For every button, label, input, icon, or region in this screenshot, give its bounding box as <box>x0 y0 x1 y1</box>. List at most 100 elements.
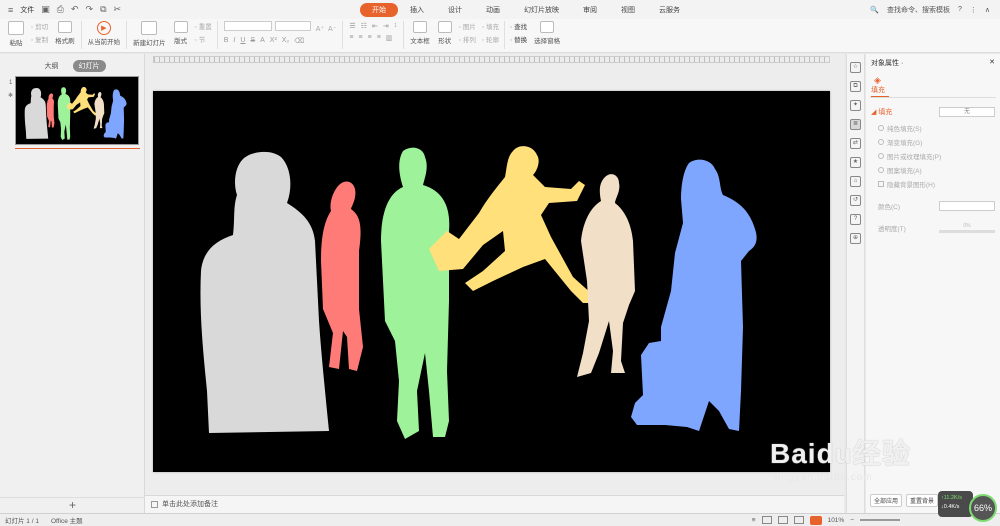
notes-pane[interactable]: 单击此处添加备注 <box>145 495 844 513</box>
sorter-view-icon[interactable] <box>777 516 788 524</box>
copy-format-icon[interactable]: ⧉ <box>850 81 861 92</box>
tab-1[interactable]: 插入 <box>398 3 436 17</box>
line-spacing-icon[interactable]: ↕ <box>394 22 398 30</box>
tab-2[interactable]: 设计 <box>436 3 474 17</box>
fill-option-0[interactable]: 纯色填充(S) <box>878 123 1000 133</box>
align-center-icon[interactable]: ≡ <box>359 34 363 42</box>
arrange-button[interactable]: 排列 <box>459 34 476 44</box>
normal-view-icon[interactable] <box>761 516 772 524</box>
justify-icon[interactable]: ≡ <box>377 34 381 42</box>
layout-button[interactable]: 版式 <box>170 21 192 45</box>
reset-background-button[interactable]: 重置背景 <box>906 494 939 507</box>
underline-icon[interactable]: U <box>240 37 245 45</box>
superscript-icon[interactable]: X² <box>270 37 277 45</box>
share-icon[interactable]: ⊕ <box>850 233 861 244</box>
text-box-button[interactable]: 文本框 <box>406 21 434 45</box>
grow-font-button[interactable]: A⁺ <box>316 26 324 33</box>
play-from-current-button[interactable]: ▶ 从当前开始 <box>84 21 125 46</box>
animation-icon[interactable]: ✦ <box>850 100 861 111</box>
copy-icon[interactable]: ⧉ <box>100 4 106 15</box>
new-slide-button[interactable]: 新建幻灯片 <box>129 21 170 47</box>
paste-button[interactable]: 粘贴 <box>4 21 28 47</box>
reading-view-icon[interactable] <box>793 516 804 524</box>
cut-button[interactable]: 剪切 <box>31 21 48 31</box>
font-size-select[interactable] <box>274 21 311 31</box>
fill-select[interactable]: 无 <box>939 107 995 117</box>
help-icon[interactable]: ? <box>850 214 861 225</box>
command-search[interactable]: 查找命令、搜索模板 <box>887 5 950 15</box>
undo-icon[interactable]: ↶ <box>71 4 79 15</box>
cut-icon[interactable]: ✂ <box>114 4 122 15</box>
radio-button[interactable] <box>878 167 884 173</box>
font-color-icon[interactable]: A <box>260 37 265 45</box>
favorite-icon[interactable]: ★ <box>850 157 861 168</box>
replace-button[interactable]: 替换 <box>510 34 527 44</box>
settings-icon[interactable]: ⋮ <box>970 6 977 14</box>
panel-close-icon[interactable]: ✕ <box>989 58 995 68</box>
picture-button[interactable]: 图片 <box>459 21 476 31</box>
tab-fill[interactable]: 填充 <box>871 85 889 97</box>
apply-all-button[interactable]: 全部应用 <box>870 494 903 507</box>
shape-button[interactable]: 形状 <box>434 21 456 45</box>
transition-icon[interactable]: ⇄ <box>850 138 861 149</box>
align-left-icon[interactable]: ≡ <box>349 34 353 42</box>
section-button[interactable]: 节 <box>195 34 212 44</box>
print-icon[interactable]: ⎙ <box>57 4 64 15</box>
slide-canvas[interactable] <box>153 91 830 472</box>
outline-button[interactable]: 轮廓 <box>482 34 499 44</box>
numbered-list-icon[interactable]: ☷ <box>361 22 367 30</box>
search-icon[interactable]: 🔍 <box>870 6 879 14</box>
shrink-font-button[interactable]: A⁻ <box>328 26 336 33</box>
file-menu[interactable]: 文件 <box>20 5 34 15</box>
transparency-slider[interactable] <box>939 230 995 233</box>
copy-button[interactable]: 复制 <box>31 34 48 44</box>
fill-option-2[interactable]: 图片或纹理填充(P) <box>878 151 1000 161</box>
radio-button[interactable] <box>878 153 884 159</box>
fill-option-1[interactable]: 渐变填充(G) <box>878 137 1000 147</box>
tab-5[interactable]: 审阅 <box>571 3 609 17</box>
strikethrough-icon[interactable]: S <box>250 37 255 45</box>
zoom-out-icon[interactable]: − <box>850 517 854 524</box>
history-icon[interactable]: ↺ <box>850 195 861 206</box>
tab-slides[interactable]: 幻灯片 <box>72 60 106 72</box>
decrease-indent-icon[interactable]: ⇤ <box>372 22 378 30</box>
fill-button[interactable]: 填充 <box>482 21 499 31</box>
backup-icon[interactable]: ⌂ <box>850 176 861 187</box>
tab-3[interactable]: 动画 <box>474 3 512 17</box>
properties-icon[interactable]: ≣ <box>850 119 861 130</box>
zoom-slider[interactable] <box>860 519 900 521</box>
increase-indent-icon[interactable]: ⇥ <box>383 22 389 30</box>
save-icon[interactable]: ▣ <box>41 4 50 15</box>
help-icon[interactable]: ? <box>958 6 962 13</box>
radio-button[interactable] <box>878 139 884 145</box>
slide-thumbnail[interactable] <box>15 76 139 145</box>
collapse-icon[interactable]: ∧ <box>985 6 990 14</box>
fill-section-label[interactable]: ◢ 填充 <box>871 107 892 117</box>
font-family-select[interactable] <box>223 21 272 31</box>
fill-option-3[interactable]: 图案填充(A) <box>878 165 1000 175</box>
italic-icon[interactable]: I <box>233 37 235 45</box>
tab-4[interactable]: 幻灯片放映 <box>512 3 571 17</box>
radio-button[interactable] <box>878 125 884 131</box>
checkbox[interactable] <box>878 181 884 187</box>
notes-toggle-icon[interactable]: ≡ <box>752 517 756 524</box>
columns-icon[interactable]: ▥ <box>386 34 393 42</box>
subscript-icon[interactable]: X₂ <box>282 37 289 45</box>
tab-6[interactable]: 视图 <box>609 3 647 17</box>
star-icon[interactable]: ☆ <box>850 62 861 73</box>
bullet-list-icon[interactable]: ☰ <box>349 22 355 30</box>
align-right-icon[interactable]: ≡ <box>368 34 372 42</box>
tab-outline[interactable]: 大纲 <box>39 60 65 72</box>
add-slide-button[interactable]: + <box>0 497 145 513</box>
menu-icon[interactable]: ≡ <box>8 5 13 15</box>
format-painter-button[interactable]: 格式刷 <box>51 21 79 45</box>
fill-bucket-icon[interactable]: ◈ <box>874 75 884 85</box>
color-select[interactable] <box>939 201 995 211</box>
find-button[interactable]: 查找 <box>510 21 527 31</box>
slideshow-play-icon[interactable] <box>809 515 822 525</box>
zoom-level[interactable]: 101% <box>828 517 845 524</box>
reset-button[interactable]: 重置 <box>195 21 212 31</box>
tab-0[interactable]: 开始 <box>360 2 398 17</box>
clear-format-icon[interactable]: ⌫ <box>294 37 304 45</box>
select-pane-button[interactable]: 选择窗格 <box>530 21 564 45</box>
